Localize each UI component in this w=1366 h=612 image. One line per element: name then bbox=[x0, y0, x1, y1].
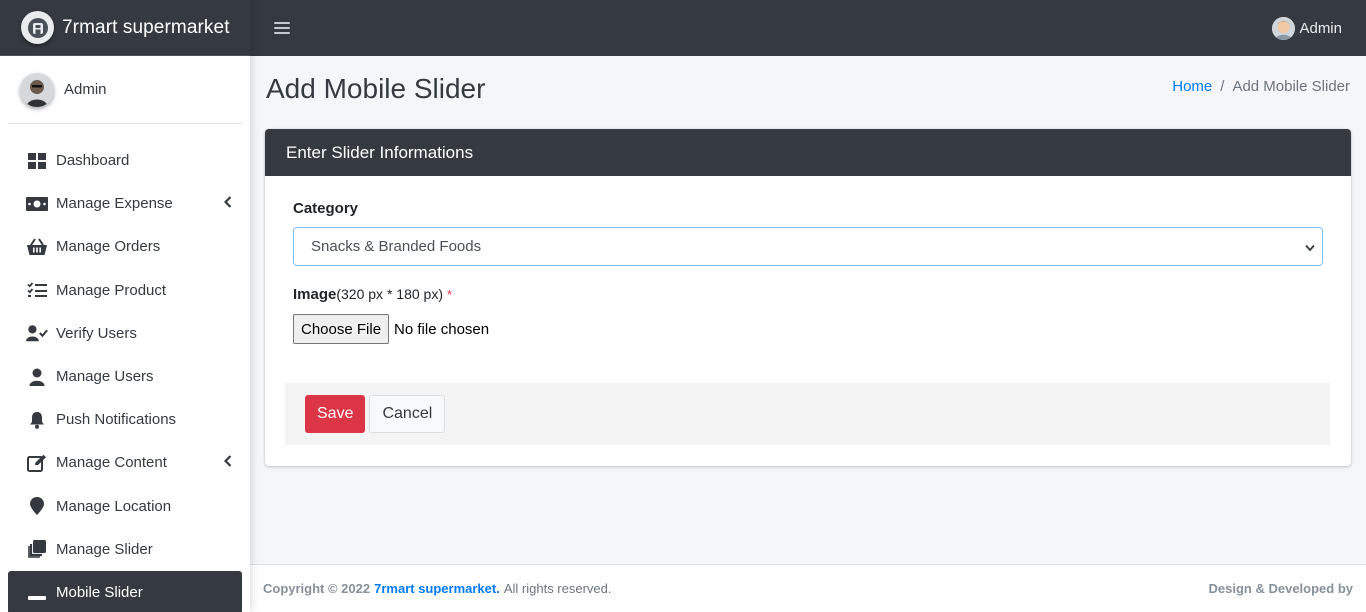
chevron-left-icon bbox=[223, 195, 232, 213]
edit-icon bbox=[26, 453, 48, 473]
dashboard-grid-icon bbox=[26, 151, 48, 171]
main-sidebar: 7rmart supermarket Admin Dashboard Manag… bbox=[0, 0, 250, 612]
sidebar-item-label: Manage Orders bbox=[56, 238, 161, 256]
save-button[interactable]: Save bbox=[305, 395, 366, 433]
card-footer: Save Cancel bbox=[285, 383, 1330, 445]
category-selected-value: Snacks & Branded Foods bbox=[311, 238, 482, 255]
minus-icon bbox=[26, 582, 48, 602]
sidebar-nav: Dashboard Manage Expense Manage Orders M… bbox=[0, 139, 250, 612]
page-title: Add Mobile Slider bbox=[266, 73, 486, 104]
sidebar-item-dashboard[interactable]: Dashboard bbox=[8, 139, 242, 182]
sidebar-item-push-notifications[interactable]: Push Notifications bbox=[8, 398, 242, 441]
image-label: Image (320 px * 180 px) * bbox=[293, 286, 1323, 303]
sidebar-item-label: Manage Location bbox=[56, 497, 172, 515]
checklist-icon bbox=[26, 280, 48, 300]
chevron-down-icon bbox=[1305, 238, 1315, 255]
user-check-icon bbox=[26, 323, 48, 343]
sidebar-item-manage-expense[interactable]: Manage Expense bbox=[8, 182, 242, 225]
image-label-text: Image bbox=[293, 286, 337, 303]
sidebar-item-manage-location[interactable]: Manage Location bbox=[8, 485, 242, 528]
sidebar-item-label: Push Notifications bbox=[56, 411, 177, 429]
sidebar-item-manage-users[interactable]: Manage Users bbox=[8, 355, 242, 398]
sidebar-item-label: Dashboard bbox=[56, 152, 130, 170]
map-marker-icon bbox=[26, 496, 48, 516]
image-size-hint: (320 px * 180 px) bbox=[336, 286, 443, 302]
sidebar-item-verify-users[interactable]: Verify Users bbox=[8, 312, 242, 355]
sidebar-user-name: Admin bbox=[64, 81, 107, 98]
breadcrumb-separator: / bbox=[1220, 78, 1225, 95]
bell-icon bbox=[26, 410, 48, 430]
brand-name: 7rmart supermarket bbox=[62, 16, 230, 38]
file-status-text: No file chosen bbox=[394, 320, 490, 338]
user-icon bbox=[26, 367, 48, 387]
sidebar-user-panel[interactable]: Admin bbox=[8, 56, 242, 124]
sidebar-item-label: Manage Product bbox=[56, 281, 167, 299]
top-navbar: Admin bbox=[250, 0, 1366, 56]
brand-logo-icon bbox=[21, 11, 54, 44]
sidebar-item-label: Manage Slider bbox=[56, 540, 153, 558]
breadcrumb: Home / Add Mobile Slider bbox=[1172, 78, 1350, 95]
hamburger-menu-icon[interactable] bbox=[274, 21, 290, 35]
sidebar-item-manage-slider[interactable]: Manage Slider bbox=[8, 528, 242, 571]
main-footer: Copyright © 2022 7rmart supermarket. All… bbox=[250, 564, 1366, 612]
footer-credit: Design & Developed by bbox=[1208, 581, 1353, 596]
sidebar-item-mobile-slider[interactable]: Mobile Slider bbox=[8, 570, 242, 612]
copyright-text: Copyright © 2022 bbox=[263, 581, 371, 596]
content-wrapper: Add Mobile Slider Home / Add Mobile Slid… bbox=[250, 56, 1366, 564]
top-user-name: Admin bbox=[1299, 19, 1342, 37]
user-menu[interactable]: Admin bbox=[1272, 0, 1342, 56]
basket-icon bbox=[26, 237, 48, 257]
footer-brand-link[interactable]: 7rmart supermarket. bbox=[374, 581, 500, 596]
sidebar-item-label: Manage Users bbox=[56, 368, 154, 386]
card-body: Category Snacks & Branded Foods Image (3… bbox=[265, 176, 1351, 344]
sidebar-item-label: Manage Content bbox=[56, 454, 167, 472]
brand-link[interactable]: 7rmart supermarket bbox=[0, 0, 250, 56]
sidebar-item-manage-orders[interactable]: Manage Orders bbox=[8, 225, 242, 268]
avatar bbox=[1272, 16, 1296, 40]
category-label: Category bbox=[293, 200, 359, 217]
footer-copyright: Copyright © 2022 7rmart supermarket. All… bbox=[263, 581, 612, 596]
breadcrumb-home-link[interactable]: Home bbox=[1172, 78, 1212, 95]
sidebar-item-manage-content[interactable]: Manage Content bbox=[8, 441, 242, 484]
sidebar-item-manage-product[interactable]: Manage Product bbox=[8, 269, 242, 312]
category-select[interactable]: Snacks & Branded Foods bbox=[293, 227, 1323, 266]
cancel-button[interactable]: Cancel bbox=[369, 395, 446, 433]
clone-icon bbox=[26, 539, 48, 559]
choose-file-button[interactable]: Choose File bbox=[293, 314, 390, 344]
money-bill-icon bbox=[26, 194, 48, 214]
chevron-left-icon bbox=[223, 454, 232, 472]
required-asterisk: * bbox=[446, 287, 453, 302]
image-file-input: Choose File No file chosen bbox=[293, 314, 1323, 344]
card-header: Enter Slider Informations bbox=[265, 129, 1351, 176]
breadcrumb-current: Add Mobile Slider bbox=[1232, 78, 1350, 95]
slider-form-card: Enter Slider Informations Category Snack… bbox=[265, 129, 1351, 466]
avatar bbox=[20, 72, 54, 107]
sidebar-item-label: Verify Users bbox=[56, 324, 137, 342]
sidebar-item-label: Mobile Slider bbox=[56, 583, 143, 601]
rights-text: All rights reserved. bbox=[503, 581, 612, 596]
sidebar-item-label: Manage Expense bbox=[56, 195, 173, 213]
